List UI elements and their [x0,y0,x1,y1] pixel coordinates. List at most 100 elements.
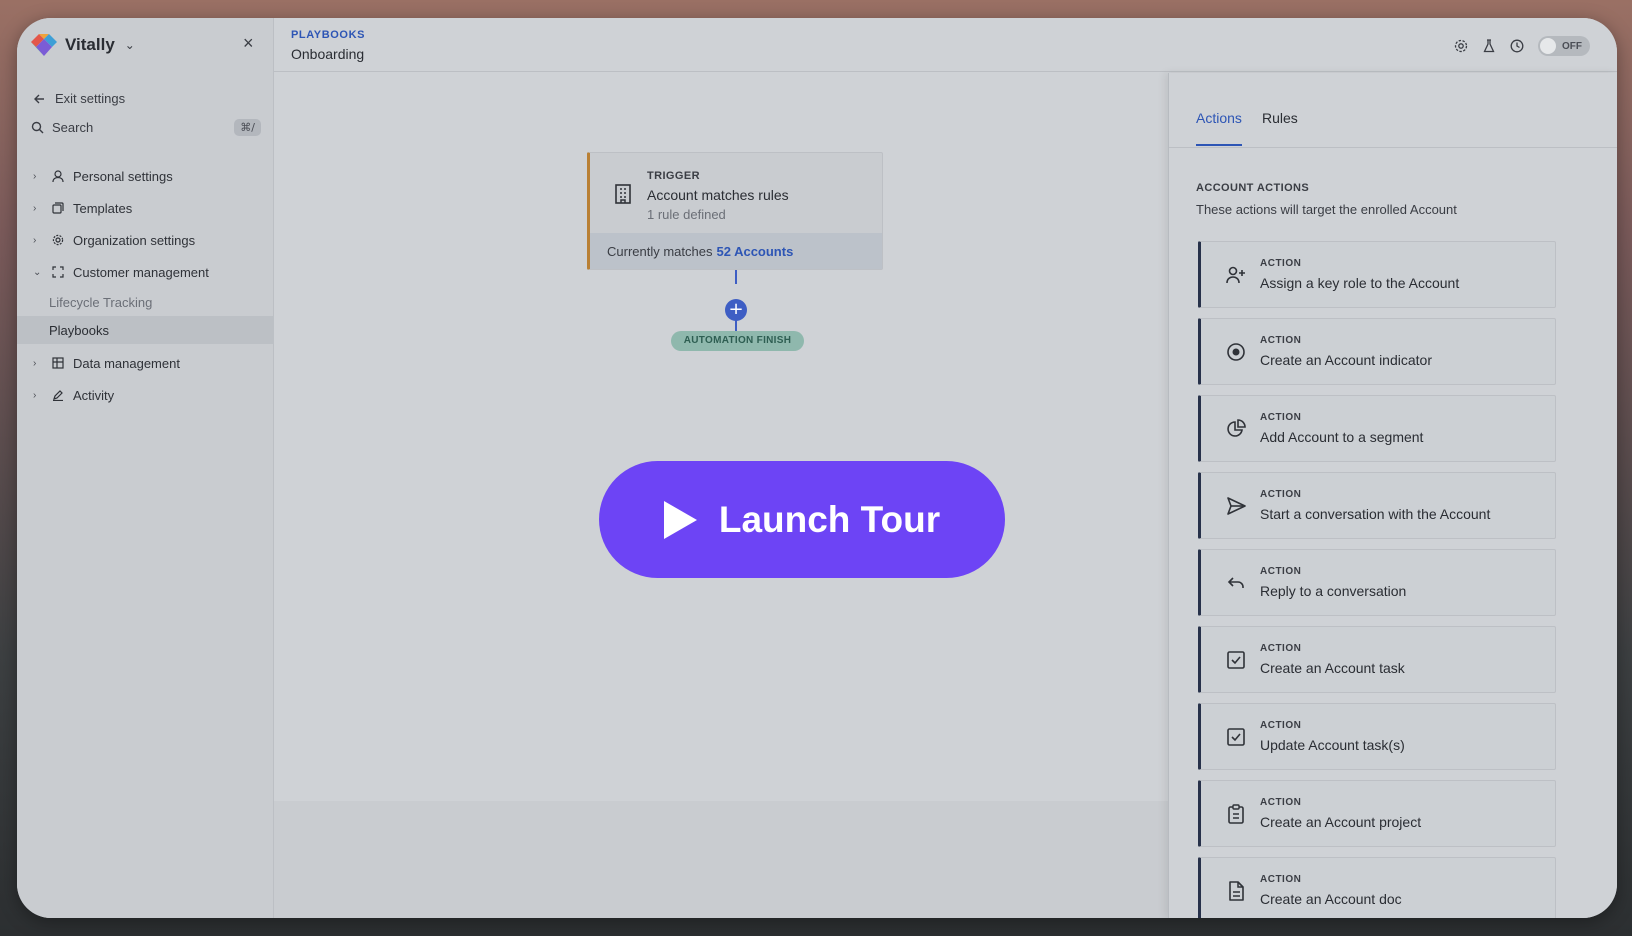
app-window: Vitally ⌄ × Exit settings Search ⌘/ › Pe… [17,18,1617,918]
sidebar-item-personal-settings[interactable]: › Personal settings [17,160,274,192]
action-title: Create an Account doc [1260,891,1402,907]
sidebar-item-templates[interactable]: › Templates [17,192,274,224]
sidebar-item-customer-management[interactable]: ⌄ Customer management [17,256,274,288]
gear-icon [51,233,65,247]
action-card-start-conversation[interactable]: ACTION Start a conversation with the Acc… [1198,472,1556,539]
action-card-assign-key-role[interactable]: ACTION Assign a key role to the Account [1198,241,1556,308]
automation-finish-badge: AUTOMATION FINISH [671,331,804,351]
tab-rules[interactable]: Rules [1262,110,1298,144]
sidebar-item-activity[interactable]: › Activity [17,379,274,411]
flow-connector [735,270,737,284]
action-title: Create an Account task [1260,660,1405,676]
playbook-canvas: TRIGGER Account matches rules 1 rule def… [274,73,1168,918]
chevron-right-icon: › [33,357,37,369]
pie-chart-icon [1225,418,1247,440]
page-header: PLAYBOOKS Onboarding OFF [274,18,1617,72]
chevron-right-icon: › [33,234,37,246]
trigger-subtitle: 1 rule defined [647,207,726,222]
exit-settings-link[interactable]: Exit settings [33,91,125,106]
actions-panel: Actions Rules ACCOUNT ACTIONS These acti… [1168,73,1617,918]
action-label: ACTION [1260,412,1302,423]
play-icon [663,500,697,539]
clock-icon[interactable] [1510,39,1524,53]
reply-icon [1225,572,1247,594]
action-title: Add Account to a segment [1260,429,1424,445]
match-text: Currently matches [607,243,713,259]
trigger-label: TRIGGER [647,170,700,182]
chevron-right-icon: › [33,389,37,401]
send-icon [1225,495,1247,517]
sidebar-item-organization-settings[interactable]: › Organization settings [17,224,274,256]
sidebar-item-label: Activity [73,387,115,403]
gear-icon[interactable] [1454,39,1468,53]
action-title: Update Account task(s) [1260,737,1405,753]
action-title: Start a conversation with the Account [1260,506,1491,522]
action-title: Create an Account indicator [1260,352,1432,368]
action-card-create-doc[interactable]: ACTION Create an Account doc [1198,857,1556,918]
launch-tour-button[interactable]: Launch Tour [599,461,1005,578]
sidebar-item-label: Data management [73,355,180,371]
indicator-icon [1225,341,1247,363]
flow-connector [735,314,737,331]
sidebar-item-label: Organization settings [73,232,196,248]
action-label: ACTION [1260,489,1302,500]
search-icon [31,121,44,134]
checkbox-icon [1225,649,1247,671]
action-card-create-task[interactable]: ACTION Create an Account task [1198,626,1556,693]
action-card-create-project[interactable]: ACTION Create an Account project [1198,780,1556,847]
workspace-switcher[interactable]: Vitally ⌄ [31,32,135,58]
flask-icon[interactable] [1482,39,1496,53]
action-label: ACTION [1260,335,1302,346]
action-card-update-tasks[interactable]: ACTION Update Account task(s) [1198,703,1556,770]
close-icon[interactable]: × [243,34,254,52]
matching-accounts-link[interactable]: 52 Accounts [716,244,793,259]
workspace-name: Vitally [65,35,115,54]
action-card-reply-conversation[interactable]: ACTION Reply to a conversation [1198,549,1556,616]
settings-nav: › Personal settings › Templates › Organi… [17,160,274,411]
panel-tabs: Actions Rules [1169,73,1617,148]
tab-actions[interactable]: Actions [1196,110,1242,146]
sidebar-subitem-lifecycle-tracking[interactable]: Lifecycle Tracking [17,288,274,316]
sidebar-item-label: Templates [73,200,133,216]
action-title: Reply to a conversation [1260,583,1407,599]
breadcrumb[interactable]: PLAYBOOKS [291,29,365,41]
action-card-account-indicator[interactable]: ACTION Create an Account indicator [1198,318,1556,385]
sidebar-subitem-playbooks[interactable]: Playbooks [17,316,274,344]
table-icon [51,356,65,370]
toggle-label: OFF [1562,40,1582,52]
section-subtitle: These actions will target the enrolled A… [1196,202,1457,217]
chevron-right-icon: › [33,202,37,214]
action-label: ACTION [1260,566,1302,577]
sidebar-search[interactable]: Search ⌘/ [31,119,261,136]
sidebar-item-label: Personal settings [73,168,173,184]
launch-tour-label: Launch Tour [718,498,941,540]
person-icon [51,169,65,183]
user-plus-icon [1225,264,1247,286]
chevron-down-icon: ⌄ [33,266,42,278]
action-label: ACTION [1260,874,1302,885]
action-label: ACTION [1260,258,1302,269]
action-label: ACTION [1260,797,1302,808]
chevron-down-icon: ⌄ [124,38,135,52]
pencil-icon [51,388,65,402]
action-label: ACTION [1260,720,1302,731]
vitally-logo-icon [31,34,57,56]
chevron-right-icon: › [33,170,37,182]
action-title: Create an Account project [1260,814,1422,830]
action-list: ACTION Assign a key role to the Account … [1198,241,1556,918]
exit-settings-label: Exit settings [55,91,126,106]
playbook-enabled-toggle[interactable]: OFF [1538,36,1590,56]
canvas-footer-area [274,801,1168,918]
arrow-left-icon [33,93,45,105]
sidebar-item-data-management[interactable]: › Data management [17,347,274,379]
trigger-title: Account matches rules [647,187,789,203]
search-placeholder: Search [52,120,94,135]
trigger-card[interactable]: TRIGGER Account matches rules 1 rule def… [587,152,883,270]
action-card-add-to-segment[interactable]: ACTION Add Account to a segment [1198,395,1556,462]
templates-icon [51,201,65,215]
toggle-knob [1540,38,1556,54]
clipboard-icon [1225,803,1247,825]
sidebar-item-label: Customer management [73,264,209,280]
checkbox-icon [1225,726,1247,748]
action-title: Assign a key role to the Account [1260,275,1460,291]
